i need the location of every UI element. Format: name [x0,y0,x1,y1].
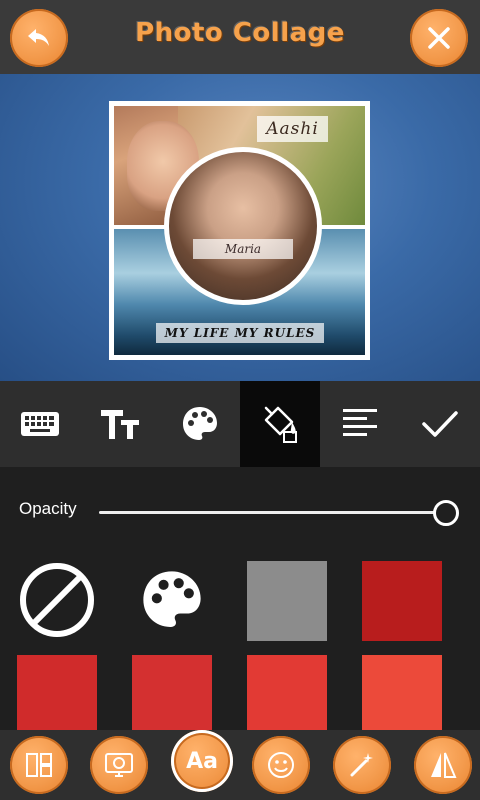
close-button[interactable] [410,9,468,67]
tool-keyboard[interactable] [0,381,80,467]
background-icon [105,753,133,777]
palette-icon [183,407,217,440]
text-label-center[interactable]: Maria [193,239,293,259]
tool-background-fill[interactable] [240,381,320,467]
nav-background-button[interactable] [90,736,148,794]
text-tools-bar [0,381,480,467]
text-size-icon [101,410,139,439]
nav-mirror-button[interactable] [414,736,472,794]
swatch-custom-color[interactable] [132,560,212,640]
tool-text-align[interactable] [320,381,400,467]
canvas-area: Aashi Maria MY LIFE MY RULES [0,74,480,381]
swatch-none[interactable] [17,560,97,640]
collage-frame[interactable]: Aashi Maria MY LIFE MY RULES [109,101,370,360]
swatch-dark-red[interactable] [362,561,442,641]
nav-layout-button[interactable] [10,736,68,794]
app-title: Photo Collage [135,18,345,48]
paint-bucket-icon [264,406,297,443]
tool-color[interactable] [160,381,240,467]
mirror-icon [431,752,457,778]
swatch-red-1[interactable] [17,655,97,730]
sticker-icon [268,752,294,778]
tool-text-size[interactable] [80,381,160,467]
text-icon: Aa [186,748,218,774]
no-color-icon [20,563,94,637]
check-icon [422,411,458,437]
background-options-panel: Opacity [0,467,480,730]
tool-confirm[interactable] [400,381,480,467]
magic-wand-icon [350,753,373,777]
layout-icon [26,753,52,777]
text-align-icon [343,409,377,436]
text-label-top[interactable]: Aashi [257,116,328,142]
swatch-red-4[interactable] [362,655,442,730]
opacity-slider-thumb[interactable] [433,500,459,526]
palette-icon [143,571,201,627]
keyboard-icon [21,412,59,436]
nav-sticker-button[interactable] [252,736,310,794]
nav-text-button[interactable]: Aa [171,730,233,792]
text-label-bottom[interactable]: MY LIFE MY RULES [156,323,324,343]
nav-effects-button[interactable] [333,736,391,794]
close-icon [428,27,450,49]
swatch-red-2[interactable] [132,655,212,730]
swatch-gray[interactable] [247,561,327,641]
top-bar: Photo Collage [0,0,480,74]
app-root: Photo Collage Aashi Maria MY LIFE MY RUL… [0,0,480,800]
bottom-nav: Aa [0,730,480,800]
photo-cell-center-circle[interactable] [164,147,322,305]
opacity-slider-track[interactable] [99,511,447,514]
opacity-label: Opacity [19,499,77,518]
center-portrait [169,152,317,300]
swatch-red-3[interactable] [247,655,327,730]
